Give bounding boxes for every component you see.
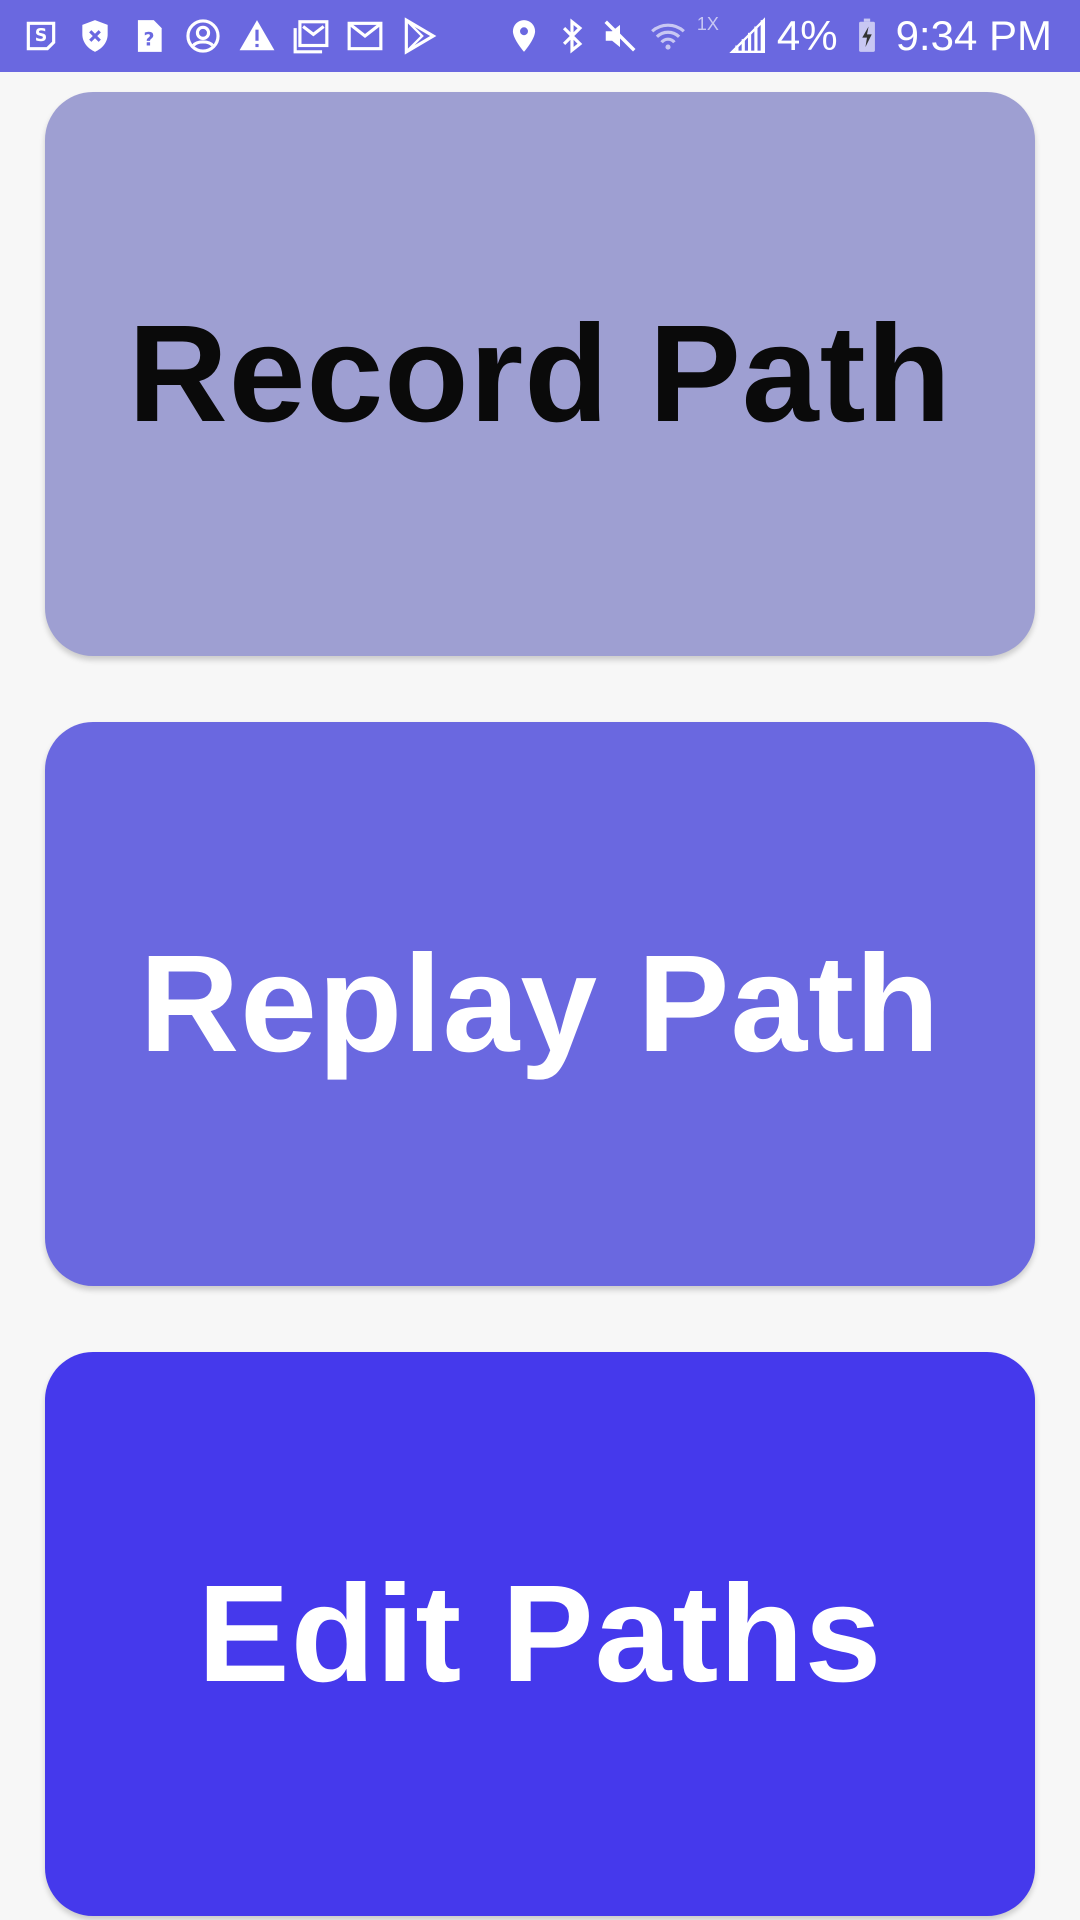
gmail-icon <box>346 17 384 55</box>
edit-paths-label: Edit Paths <box>197 1556 883 1711</box>
record-path-label: Record Path <box>128 296 952 451</box>
wifi-icon <box>649 17 687 55</box>
svg-text:S: S <box>35 26 48 46</box>
replay-path-label: Replay Path <box>139 926 941 1081</box>
record-path-button[interactable]: Record Path <box>45 92 1035 656</box>
play-store-icon <box>400 17 438 55</box>
help-doc-icon: ? <box>130 17 168 55</box>
main-content: Record Path Replay Path Edit Paths <box>0 72 1080 1920</box>
account-circle-icon <box>184 17 222 55</box>
warning-icon <box>238 17 276 55</box>
wifi-badge: 1X <box>696 14 719 34</box>
signal-icon <box>729 17 767 55</box>
status-bar: S ? 1X 4% 9:34 PM <box>0 0 1080 72</box>
battery-percent: 4% <box>776 12 838 59</box>
shield-x-icon <box>76 17 114 55</box>
edit-paths-button[interactable]: Edit Paths <box>45 1352 1035 1916</box>
location-pin-icon <box>505 17 543 55</box>
bluetooth-icon <box>553 17 591 55</box>
svg-text:?: ? <box>143 29 154 51</box>
system-status: 1X 4% 9:34 PM <box>505 0 1052 72</box>
battery-charging-icon <box>848 17 886 55</box>
clock: 9:34 PM <box>895 12 1052 59</box>
gallery-icon <box>292 17 330 55</box>
s-note-icon: S <box>22 17 60 55</box>
mute-icon <box>601 17 639 55</box>
replay-path-button[interactable]: Replay Path <box>45 722 1035 1286</box>
notification-icons: S ? <box>22 0 438 72</box>
